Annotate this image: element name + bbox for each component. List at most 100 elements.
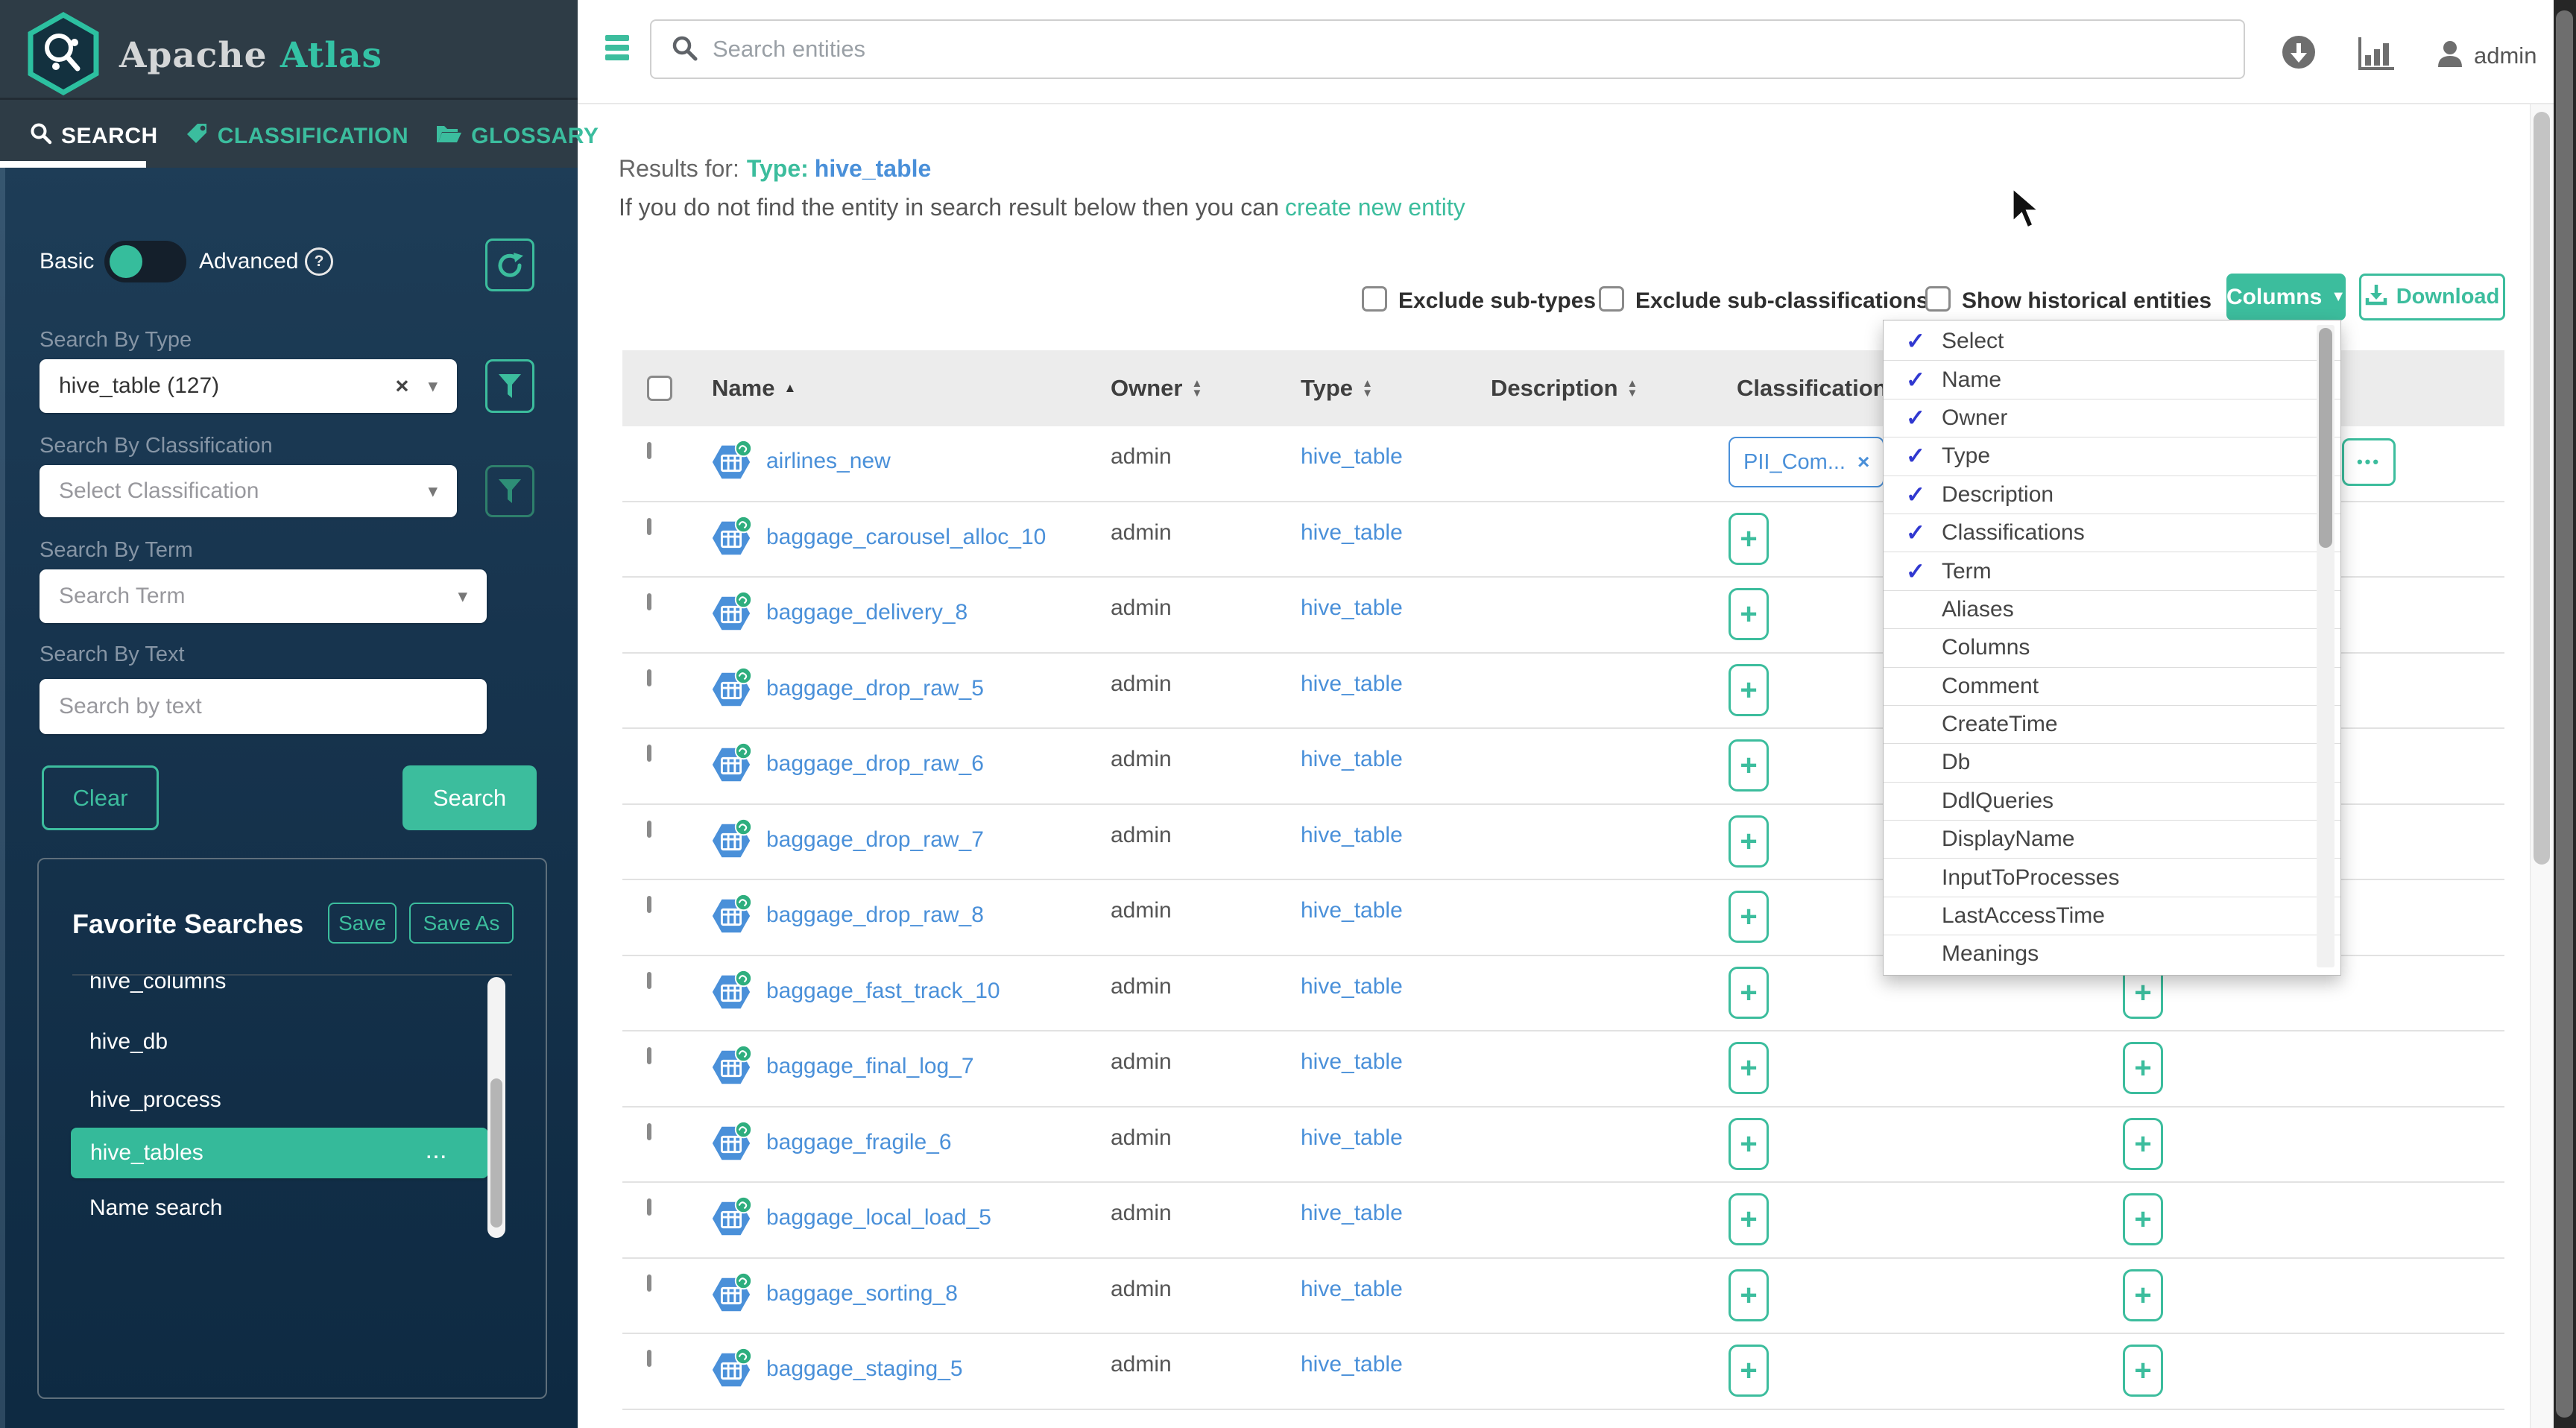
- columns-menu-item[interactable]: Comment: [1884, 667, 2340, 705]
- clear-button[interactable]: Clear: [42, 765, 159, 830]
- add-term-button[interactable]: +: [2123, 1193, 2163, 1245]
- add-classification-button[interactable]: +: [1729, 967, 1769, 1019]
- columns-menu-item[interactable]: ✓Select: [1884, 322, 2340, 360]
- add-classification-button[interactable]: +: [1729, 1118, 1769, 1170]
- content-scrollbar-thumb[interactable]: [2534, 112, 2550, 865]
- add-classification-button[interactable]: +: [1729, 513, 1769, 565]
- row-checkbox[interactable]: [647, 896, 651, 913]
- columns-menu-item[interactable]: InputToProcesses: [1884, 858, 2340, 896]
- add-classification-button[interactable]: +: [1729, 1042, 1769, 1094]
- about-download-icon[interactable]: [2281, 34, 2317, 74]
- tab-classification[interactable]: CLASSIFICATION: [185, 121, 408, 151]
- row-checkbox[interactable]: [647, 1198, 651, 1216]
- user-menu[interactable]: admin: [2435, 39, 2536, 72]
- atlas-logo[interactable]: Apache Atlas: [25, 12, 382, 99]
- entity-type-link[interactable]: hive_table: [1301, 974, 1403, 999]
- row-checkbox[interactable]: [647, 518, 651, 535]
- columns-menu-item[interactable]: CreateTime: [1884, 705, 2340, 743]
- favorite-search-item[interactable]: hive_tables...: [71, 1128, 488, 1178]
- entity-name-link[interactable]: baggage_staging_5: [766, 1356, 963, 1382]
- entity-name-link[interactable]: baggage_sorting_8: [766, 1281, 958, 1307]
- entity-type-link[interactable]: hive_table: [1301, 1049, 1403, 1074]
- add-term-button[interactable]: +: [2123, 1269, 2163, 1321]
- columns-menu-item[interactable]: Aliases: [1884, 590, 2340, 628]
- entity-name-link[interactable]: baggage_carousel_alloc_10: [766, 525, 1046, 550]
- statistics-chart-icon[interactable]: [2357, 36, 2394, 75]
- favorite-search-item[interactable]: hive_db: [89, 1029, 168, 1055]
- exclude-subclassifications-checkbox[interactable]: [1599, 286, 1624, 312]
- window-scrollbar-thumb[interactable]: [2556, 10, 2573, 1418]
- clear-type-icon[interactable]: ×: [395, 373, 408, 399]
- remove-classification-icon[interactable]: ×: [1857, 450, 1869, 474]
- tab-glossary[interactable]: GLOSSARY: [435, 122, 599, 151]
- show-historical-entities-checkbox[interactable]: [1925, 286, 1951, 312]
- add-term-button[interactable]: +: [2123, 1345, 2163, 1397]
- entity-name-link[interactable]: baggage_drop_raw_8: [766, 903, 984, 928]
- entity-name-link[interactable]: baggage_fragile_6: [766, 1130, 952, 1155]
- columns-menu-item[interactable]: LastAccessTime: [1884, 897, 2340, 935]
- row-checkbox[interactable]: [647, 821, 651, 838]
- entity-name-link[interactable]: baggage_final_log_7: [766, 1054, 974, 1079]
- columns-dropdown-button[interactable]: Columns ▼: [2226, 274, 2346, 320]
- header-name[interactable]: Name: [712, 375, 774, 402]
- row-checkbox[interactable]: [647, 593, 651, 610]
- entity-type-link[interactable]: hive_table: [1301, 823, 1403, 847]
- search-by-term-select[interactable]: Search Term ▾: [40, 569, 487, 623]
- add-classification-button[interactable]: +: [1729, 664, 1769, 716]
- hamburger-menu-icon[interactable]: [605, 35, 629, 60]
- entity-name-link[interactable]: baggage_local_load_5: [766, 1205, 991, 1230]
- save-as-button[interactable]: Save As: [409, 903, 514, 944]
- help-icon[interactable]: ?: [305, 247, 333, 276]
- entity-type-link[interactable]: hive_table: [1301, 1125, 1403, 1150]
- favorites-scrollbar-thumb[interactable]: [490, 1078, 502, 1228]
- favorite-search-item[interactable]: Name search: [89, 1195, 222, 1221]
- type-filter-button[interactable]: [485, 359, 534, 413]
- add-classification-button[interactable]: +: [1729, 1193, 1769, 1245]
- entity-name-link[interactable]: baggage_drop_raw_5: [766, 676, 984, 701]
- add-classification-button[interactable]: +: [1729, 815, 1769, 868]
- entity-name-link[interactable]: airlines_new: [766, 449, 891, 474]
- global-search-input[interactable]: Search entities: [650, 19, 2245, 79]
- header-owner[interactable]: Owner: [1111, 375, 1182, 402]
- entity-name-link[interactable]: baggage_drop_raw_7: [766, 827, 984, 853]
- create-new-entity-link[interactable]: create new entity: [1285, 194, 1465, 221]
- columns-menu-item[interactable]: ✓Owner: [1884, 399, 2340, 437]
- add-classification-button[interactable]: +: [1729, 1345, 1769, 1397]
- add-term-button[interactable]: +: [2123, 1042, 2163, 1094]
- row-checkbox[interactable]: [647, 1274, 651, 1292]
- search-by-type-select[interactable]: hive_table (127) × ▾: [40, 359, 457, 413]
- entity-type-link[interactable]: hive_table: [1301, 1352, 1403, 1377]
- menu-scrollbar-thumb[interactable]: [2319, 328, 2332, 548]
- entity-type-link[interactable]: hive_table: [1301, 898, 1403, 923]
- search-by-text-input[interactable]: Search by text: [40, 679, 487, 734]
- columns-menu-item[interactable]: Meanings: [1884, 935, 2340, 973]
- entity-type-link[interactable]: hive_table: [1301, 747, 1403, 771]
- search-by-classification-select[interactable]: Select Classification ▾: [40, 465, 457, 517]
- entity-type-link[interactable]: hive_table: [1301, 672, 1403, 696]
- columns-menu-item[interactable]: ✓Description: [1884, 476, 2340, 514]
- favorite-search-item[interactable]: hive_process: [89, 1087, 221, 1113]
- columns-menu-item[interactable]: ✓Type: [1884, 437, 2340, 475]
- entity-type-link[interactable]: hive_table: [1301, 444, 1403, 469]
- columns-menu-item[interactable]: ✓Term: [1884, 552, 2340, 590]
- add-classification-button[interactable]: +: [1729, 588, 1769, 640]
- header-type[interactable]: Type: [1301, 375, 1353, 402]
- row-checkbox[interactable]: [647, 1350, 651, 1367]
- columns-menu-item[interactable]: DdlQueries: [1884, 782, 2340, 820]
- row-checkbox[interactable]: [647, 442, 651, 459]
- add-term-button[interactable]: +: [2123, 1118, 2163, 1170]
- search-button[interactable]: Search: [402, 765, 537, 830]
- entity-type-link[interactable]: hive_table: [1301, 595, 1403, 620]
- entity-type-link[interactable]: hive_table: [1301, 520, 1403, 545]
- refresh-button[interactable]: [485, 238, 534, 291]
- basic-advanced-toggle[interactable]: [104, 241, 186, 282]
- columns-menu-item[interactable]: Columns: [1884, 628, 2340, 666]
- row-checkbox[interactable]: [647, 745, 651, 762]
- classification-tag[interactable]: PII_Com...×: [1729, 437, 1884, 487]
- entity-type-link[interactable]: hive_table: [1301, 1201, 1403, 1225]
- entity-name-link[interactable]: baggage_fast_track_10: [766, 979, 1000, 1004]
- columns-menu-item[interactable]: DisplayName: [1884, 820, 2340, 858]
- add-classification-button[interactable]: +: [1729, 739, 1769, 792]
- exclude-subtypes-checkbox[interactable]: [1362, 286, 1387, 312]
- header-classifications[interactable]: Classifications: [1737, 375, 1900, 402]
